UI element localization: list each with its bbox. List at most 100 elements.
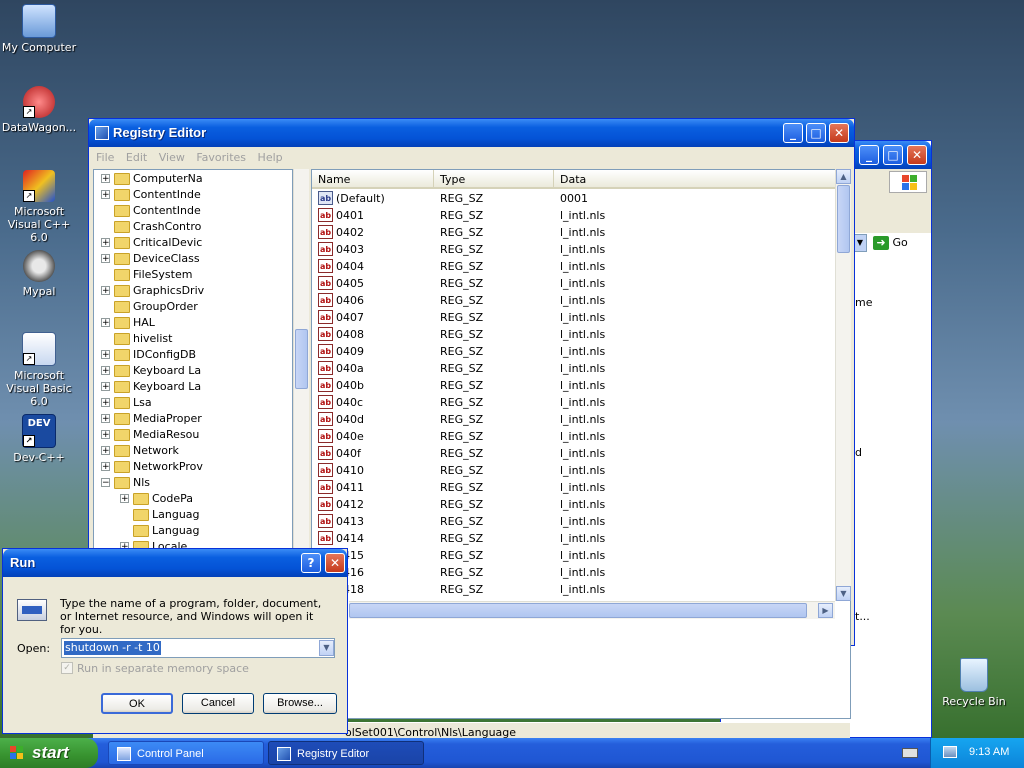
value-row[interactable]: ab 0407 REG_SZ l_intl.nls <box>312 309 832 326</box>
desktop-icon-label: Dev-C++ <box>13 451 65 464</box>
menu-file[interactable]: File <box>96 151 114 164</box>
expand-icon[interactable]: + <box>101 190 110 200</box>
start-button[interactable]: start <box>0 738 98 768</box>
value-row[interactable]: ab 0404 REG_SZ l_intl.nls <box>312 258 832 275</box>
address-dropdown-button[interactable]: ▼ <box>853 234 867 252</box>
value-row[interactable]: ab0416REG_SZl_intl.nls <box>312 564 832 581</box>
expand-icon[interactable]: + <box>101 350 110 360</box>
expand-icon[interactable]: + <box>101 238 110 248</box>
value-row[interactable]: ab 0402 REG_SZ l_intl.nls <box>312 224 832 241</box>
value-row[interactable]: ab 040b REG_SZ l_intl.nls <box>312 377 832 394</box>
minimize-button[interactable]: _ <box>859 145 879 165</box>
value-row[interactable]: ab 0401 REG_SZ l_intl.nls <box>312 207 832 224</box>
folder-icon <box>114 301 130 313</box>
scroll-down-button[interactable]: ▼ <box>836 586 851 601</box>
value-row[interactable]: ab0415REG_SZl_intl.nls <box>312 547 832 564</box>
expand-icon[interactable]: + <box>101 366 110 376</box>
tree-node-label: HAL <box>133 316 155 329</box>
value-name: 040b <box>336 379 364 392</box>
menu-edit[interactable]: Edit <box>126 151 147 164</box>
desktop-icon-visual-basic[interactable]: ↗ Microsoft Visual Basic 6.0 <box>0 332 79 408</box>
desktop-icon-devcpp[interactable]: DEV ↗ Dev-C++ <box>0 414 79 464</box>
cancel-button[interactable]: Cancel <box>182 693 254 714</box>
run-titlebar[interactable]: Run ? ✕ <box>3 549 347 577</box>
tree-node-label: IDConfigDB <box>133 348 197 361</box>
value-row[interactable]: ab 040d REG_SZ l_intl.nls <box>312 411 832 428</box>
expand-icon[interactable]: + <box>101 414 110 424</box>
value-row[interactable]: ab (Default) REG_SZ 0001 <box>312 190 832 207</box>
help-button[interactable]: ? <box>301 553 321 573</box>
expand-icon[interactable]: + <box>101 430 110 440</box>
maximize-button[interactable]: □ <box>883 145 903 165</box>
value-row[interactable]: ab 040e REG_SZ l_intl.nls <box>312 428 832 445</box>
expand-icon[interactable]: + <box>101 398 110 408</box>
scroll-up-button[interactable]: ▲ <box>836 169 851 184</box>
ok-button[interactable]: OK <box>101 693 173 714</box>
expand-icon[interactable]: + <box>101 382 110 392</box>
desktop-icon-datawagon[interactable]: ↗ DataWagon... <box>0 86 79 134</box>
network-icon[interactable] <box>943 746 957 758</box>
clock[interactable]: 9:13 AM <box>969 746 1009 758</box>
collapse-icon[interactable]: − <box>101 478 110 488</box>
hscroll-thumb[interactable] <box>349 603 807 618</box>
close-button[interactable]: ✕ <box>829 123 849 143</box>
folder-icon <box>114 237 130 249</box>
value-row[interactable]: ab 0413 REG_SZ l_intl.nls <box>312 513 832 530</box>
folder-icon <box>114 349 130 361</box>
desktop-icon-mypal[interactable]: Mypal <box>0 250 79 298</box>
value-row[interactable]: ab 0408 REG_SZ l_intl.nls <box>312 326 832 343</box>
value-row[interactable]: ab 040f REG_SZ l_intl.nls <box>312 445 832 462</box>
maximize-button[interactable]: □ <box>806 123 826 143</box>
expand-icon[interactable]: + <box>101 446 110 456</box>
separate-memory-checkbox[interactable]: ✓ <box>61 662 73 674</box>
value-row[interactable]: ab0418REG_SZl_intl.nls <box>312 581 832 598</box>
go-button[interactable]: ➜ Go <box>873 234 923 252</box>
expand-icon[interactable]: + <box>101 286 110 296</box>
tree-scroll-thumb[interactable] <box>295 329 308 389</box>
values-scroll-thumb[interactable] <box>837 185 850 253</box>
value-row[interactable]: ab 0414 REG_SZ l_intl.nls <box>312 530 832 547</box>
expand-icon[interactable]: + <box>120 494 129 504</box>
expand-icon[interactable]: + <box>101 462 110 472</box>
menu-favorites[interactable]: Favorites <box>196 151 246 164</box>
run-dialog[interactable]: Run ? ✕ Type the name of a program, fold… <box>2 548 348 734</box>
desktop-icon-my-computer[interactable]: My Computer <box>0 4 79 54</box>
menu-view[interactable]: View <box>159 151 185 164</box>
minimize-button[interactable]: _ <box>783 123 803 143</box>
close-button[interactable]: ✕ <box>907 145 927 165</box>
values-vertical-scrollbar[interactable]: ▲ ▼ <box>835 169 851 601</box>
windows-flag-icon <box>10 746 24 760</box>
registry-editor-titlebar[interactable]: Registry Editor _ □ ✕ <box>89 119 854 147</box>
expand-icon[interactable]: + <box>101 254 110 264</box>
value-row[interactable]: ab 0409 REG_SZ l_intl.nls <box>312 343 832 360</box>
folder-icon <box>114 461 130 473</box>
value-row[interactable]: ab 0406 REG_SZ l_intl.nls <box>312 292 832 309</box>
column-header-data[interactable]: Data <box>554 170 836 189</box>
taskbar-button-registry-editor[interactable]: Registry Editor <box>268 741 424 765</box>
command-input[interactable]: shutdown -r -t 10 ▼ <box>61 638 335 658</box>
close-button[interactable]: ✕ <box>325 553 345 573</box>
value-row[interactable]: ab 0410 REG_SZ l_intl.nls <box>312 462 832 479</box>
value-row[interactable]: ab 040a REG_SZ l_intl.nls <box>312 360 832 377</box>
expand-icon[interactable]: + <box>101 174 110 184</box>
column-header-type[interactable]: Type <box>434 170 554 189</box>
desktop-icon-visual-cpp[interactable]: ↗ Microsoft Visual C++ 6.0 <box>0 170 79 244</box>
scroll-right-button[interactable]: ▶ <box>818 603 833 618</box>
value-row[interactable]: ab 0411 REG_SZ l_intl.nls <box>312 479 832 496</box>
column-header-name[interactable]: Name <box>312 170 434 189</box>
keyboard-icon[interactable] <box>902 748 918 758</box>
browse-button[interactable]: Browse... <box>263 693 337 714</box>
value-row[interactable]: ab 040c REG_SZ l_intl.nls <box>312 394 832 411</box>
command-dropdown-button[interactable]: ▼ <box>319 640 334 656</box>
menu-help[interactable]: Help <box>258 151 283 164</box>
tree-node-label: CodePa <box>152 492 194 505</box>
expand-icon[interactable]: + <box>101 318 110 328</box>
value-row[interactable]: ab 0405 REG_SZ l_intl.nls <box>312 275 832 292</box>
value-row[interactable]: ab 0412 REG_SZ l_intl.nls <box>312 496 832 513</box>
values-horizontal-scrollbar[interactable]: ▶ <box>349 601 835 619</box>
value-row[interactable]: ab 0403 REG_SZ l_intl.nls <box>312 241 832 258</box>
taskbar-button-control-panel[interactable]: Control Panel <box>108 741 264 765</box>
desktop-icon-recycle-bin[interactable]: Recycle Bin <box>934 658 1014 708</box>
registry-values-list[interactable]: Name Type Data ab (Default) REG_SZ 0001 ab 04… <box>311 169 851 719</box>
value-data: l_intl.nls <box>560 464 606 477</box>
